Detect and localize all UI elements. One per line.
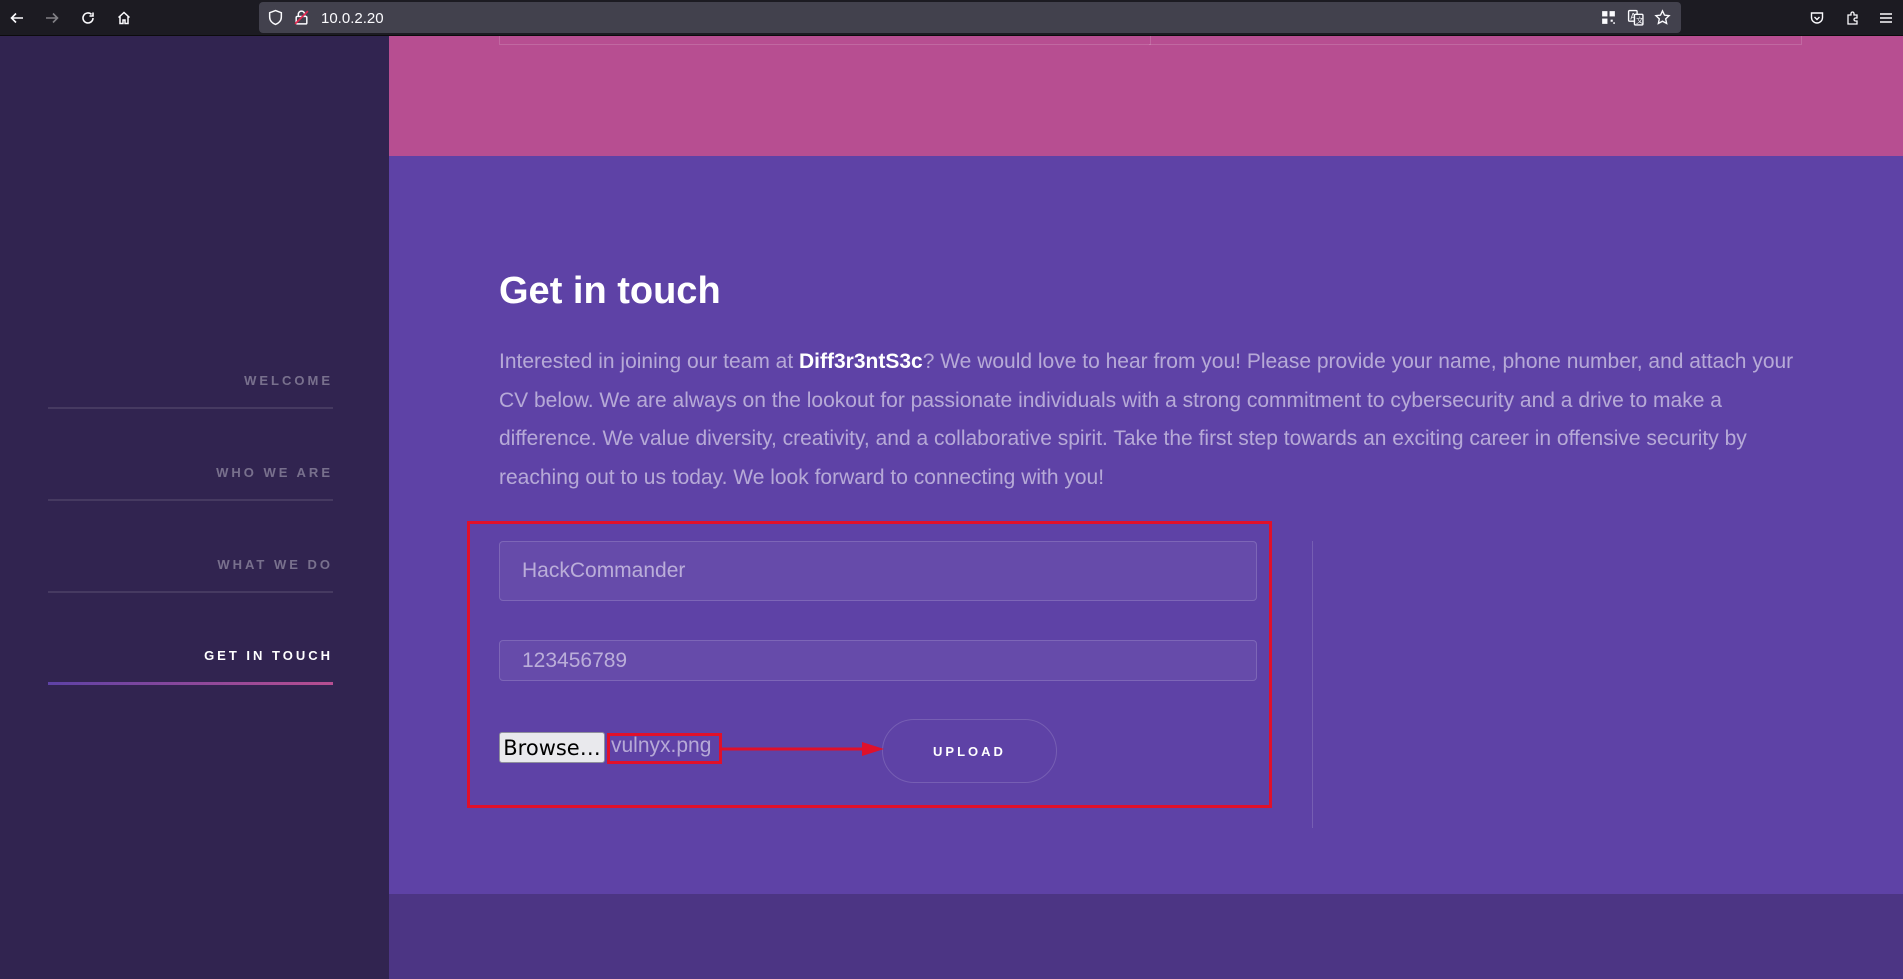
star-icon[interactable] xyxy=(1654,9,1671,26)
sidebar-divider xyxy=(48,499,333,501)
sidebar xyxy=(0,36,389,979)
previous-section-band xyxy=(389,36,1903,156)
sidebar-item-what-we-do[interactable]: WHAT WE DO xyxy=(48,557,333,572)
sidebar-item-who-we-are[interactable]: WHO WE ARE xyxy=(48,465,333,480)
home-icon[interactable] xyxy=(112,6,136,30)
section-intro: Interested in joining our team at Diff3r… xyxy=(499,343,1804,497)
annotation-arrow-icon xyxy=(722,742,884,756)
menu-icon[interactable] xyxy=(1874,6,1898,30)
sidebar-item-welcome[interactable]: WELCOME xyxy=(48,373,333,388)
previous-section-card xyxy=(1149,36,1802,45)
annotation-file-highlight xyxy=(607,733,722,764)
pocket-icon[interactable] xyxy=(1805,6,1829,30)
form-divider xyxy=(1312,541,1313,828)
previous-section-card xyxy=(499,36,1151,45)
back-arrow-icon[interactable] xyxy=(5,6,29,30)
svg-text:文: 文 xyxy=(1636,15,1644,25)
extensions-icon[interactable] xyxy=(1841,6,1865,30)
translate-icon[interactable]: A文 xyxy=(1627,9,1644,26)
intro-text-start: Interested in joining our team at xyxy=(499,350,800,373)
shield-icon[interactable] xyxy=(267,9,284,26)
url-text[interactable]: 10.0.2.20 xyxy=(321,10,384,27)
company-name: Diff3r3ntS3c xyxy=(799,350,923,373)
sidebar-divider xyxy=(48,591,333,593)
forward-arrow-icon[interactable] xyxy=(40,6,64,30)
sidebar-active-underline xyxy=(48,682,333,685)
annotation-form-highlight xyxy=(467,521,1272,808)
reload-icon[interactable] xyxy=(76,6,100,30)
footer-band xyxy=(389,894,1903,979)
browser-toolbar: 10.0.2.20 A文 xyxy=(0,0,1903,36)
section-title: Get in touch xyxy=(499,270,721,312)
sidebar-item-get-in-touch[interactable]: GET IN TOUCH xyxy=(48,648,333,663)
insecure-lock-icon[interactable] xyxy=(293,9,310,26)
qr-code-icon[interactable] xyxy=(1600,9,1617,26)
sidebar-divider xyxy=(48,407,333,409)
url-bar[interactable]: 10.0.2.20 A文 xyxy=(259,2,1681,33)
